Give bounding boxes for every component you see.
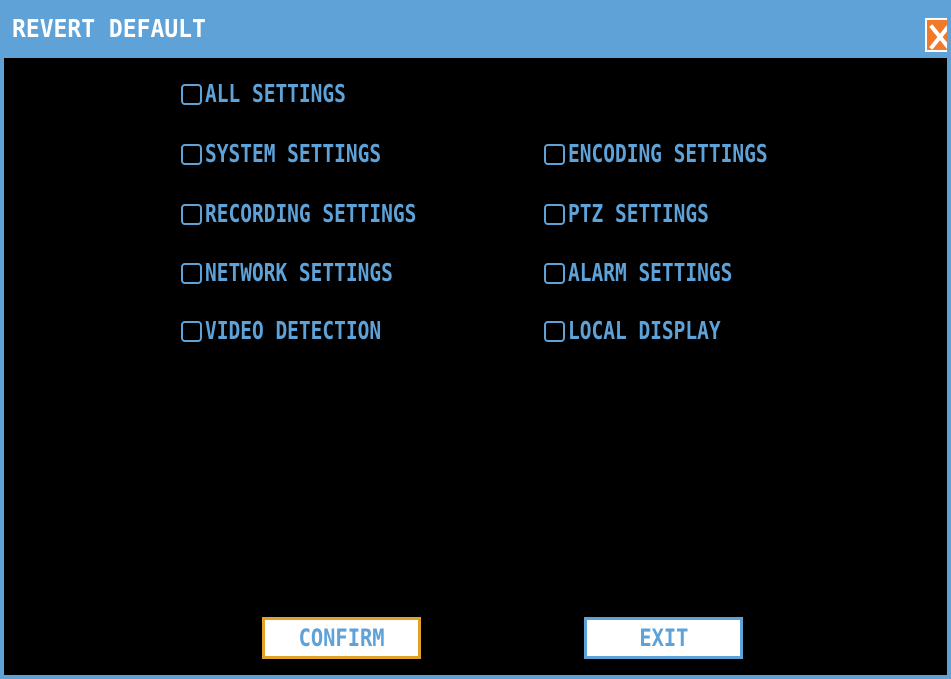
alarm-settings-checkbox[interactable] <box>544 262 565 284</box>
option-alarm-settings[interactable]: ALARM SETTINGS <box>544 259 779 287</box>
all-settings-checkbox[interactable] <box>181 83 202 105</box>
option-recording-settings[interactable]: RECORDING SETTINGS <box>181 200 476 228</box>
exit-button-label: EXIT <box>638 624 689 652</box>
all-settings-label: ALL SETTINGS <box>205 79 346 108</box>
revert-default-dialog: REVERT DEFAULT ALL SETTINGS SYSTEM SETTI… <box>0 0 951 679</box>
close-button[interactable] <box>925 18 947 52</box>
recording-settings-label: RECORDING SETTINGS <box>205 199 417 228</box>
close-icon <box>929 24 947 50</box>
system-settings-label: SYSTEM SETTINGS <box>205 139 382 168</box>
window-title: REVERT DEFAULT <box>12 14 206 43</box>
alarm-settings-label: ALARM SETTINGS <box>568 258 733 287</box>
network-settings-label: NETWORK SETTINGS <box>205 258 393 287</box>
option-all-settings[interactable]: ALL SETTINGS <box>181 80 386 108</box>
option-encoding-settings[interactable]: ENCODING SETTINGS <box>544 140 824 168</box>
confirm-button-label: CONFIRM <box>298 624 385 652</box>
video-detection-label: VIDEO DETECTION <box>205 316 382 345</box>
local-display-checkbox[interactable] <box>544 320 565 342</box>
local-display-label: LOCAL DISPLAY <box>568 316 721 345</box>
video-detection-checkbox[interactable] <box>181 320 202 342</box>
network-settings-checkbox[interactable] <box>181 262 202 284</box>
option-local-display[interactable]: LOCAL DISPLAY <box>544 317 764 345</box>
recording-settings-checkbox[interactable] <box>181 203 202 225</box>
exit-button[interactable]: EXIT <box>584 617 743 659</box>
ptz-settings-checkbox[interactable] <box>544 203 565 225</box>
option-network-settings[interactable]: NETWORK SETTINGS <box>181 259 446 287</box>
option-ptz-settings[interactable]: PTZ SETTINGS <box>544 200 749 228</box>
system-settings-checkbox[interactable] <box>181 143 202 165</box>
encoding-settings-checkbox[interactable] <box>544 143 565 165</box>
title-bar: REVERT DEFAULT <box>4 0 947 58</box>
encoding-settings-label: ENCODING SETTINGS <box>568 139 768 168</box>
confirm-button[interactable]: CONFIRM <box>262 617 421 659</box>
option-video-detection[interactable]: VIDEO DETECTION <box>181 317 431 345</box>
ptz-settings-label: PTZ SETTINGS <box>568 199 709 228</box>
option-system-settings[interactable]: SYSTEM SETTINGS <box>181 140 431 168</box>
